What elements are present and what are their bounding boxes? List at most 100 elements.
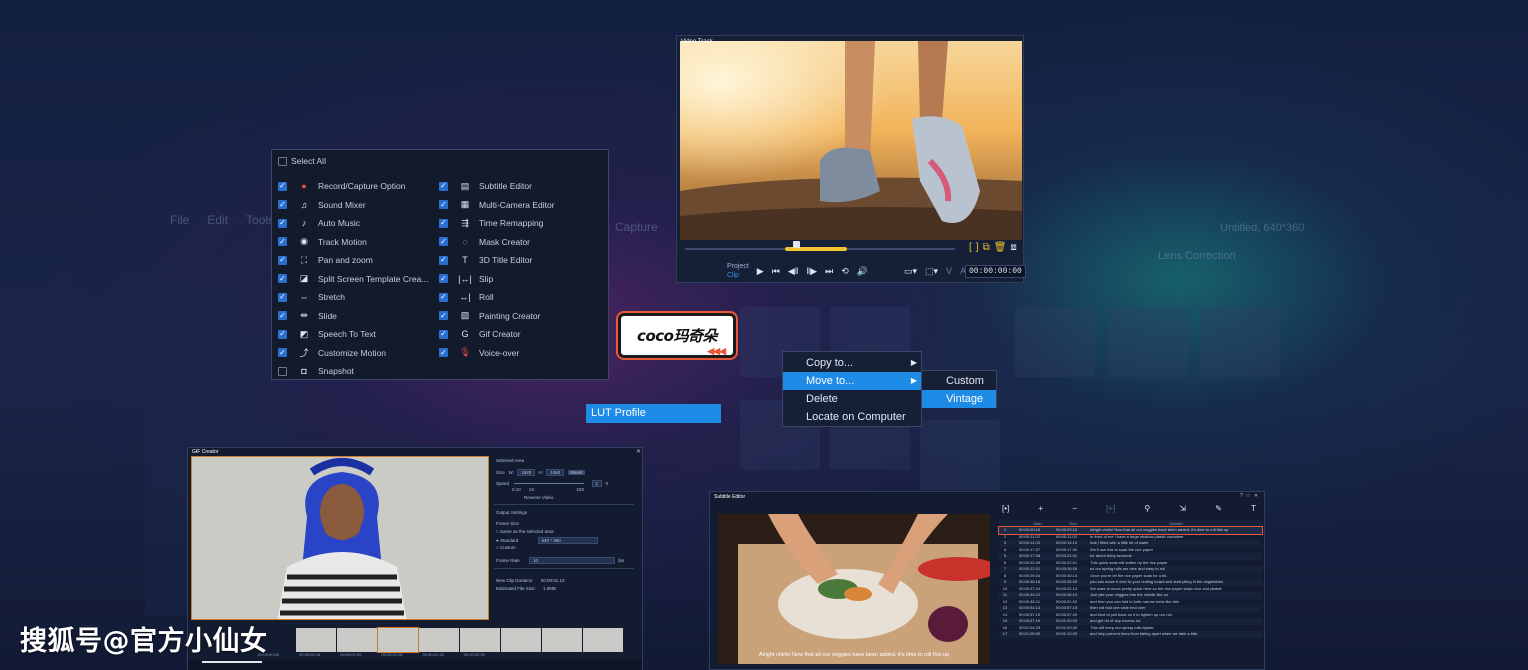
filmstrip-frame[interactable] — [501, 628, 541, 652]
checklist-item[interactable]: ✓ ⇔ Stretch — [278, 288, 428, 307]
checklist-item[interactable]: ✓ ⇶ Time Remapping — [439, 214, 555, 233]
go-start-icon[interactable]: ⏮ — [772, 266, 780, 277]
checkbox[interactable]: ✓ — [439, 311, 448, 321]
help-icon[interactable]: ? — [1240, 493, 1243, 499]
height-input[interactable]: 1080 — [546, 469, 565, 476]
checklist-item[interactable]: ✓ ♪ Auto Music — [278, 214, 428, 233]
select-all-checkbox[interactable] — [278, 156, 287, 166]
standard-size-select[interactable]: 640 * 360 — [537, 537, 598, 544]
checkbox[interactable]: ✓ — [439, 292, 448, 302]
filmstrip-frame[interactable] — [337, 628, 377, 652]
frame-rate-input[interactable]: 10 — [529, 557, 616, 564]
text-options-icon[interactable]: T — [1251, 504, 1256, 513]
custom-radio[interactable]: ○ Custom — [496, 545, 515, 550]
checkbox[interactable]: ✓ — [439, 329, 448, 339]
prev-frame-icon[interactable]: ◀‖ — [788, 266, 799, 277]
checklist-item[interactable]: ✓ ⇹ Slide — [278, 307, 428, 326]
import-icon[interactable]: ⇲ — [1179, 504, 1186, 513]
checklist-item[interactable]: ✓ G Gif Creator — [439, 325, 555, 344]
checkbox[interactable]: ✓ — [278, 200, 287, 210]
lut-profile-item[interactable]: LUT Profile — [586, 404, 721, 423]
reverse-video-checkbox[interactable]: Reverse Video — [524, 495, 553, 500]
checklist-item[interactable]: ◘ Snapshot — [278, 362, 428, 381]
speed-slider[interactable] — [514, 483, 585, 485]
checkbox[interactable]: ✓ — [439, 218, 448, 228]
close-icon[interactable]: ✕ — [1254, 493, 1258, 499]
checklist-item[interactable]: ✓ ▨ Painting Creator — [439, 307, 555, 326]
remove-icon[interactable]: − — [1072, 504, 1077, 513]
mark-in-icon[interactable]: [ — [969, 242, 972, 253]
checkbox[interactable]: ✓ — [439, 348, 448, 358]
checklist-item[interactable]: ✓ ◉ Track Motion — [278, 233, 428, 252]
volume-icon[interactable]: 🔊 — [857, 266, 868, 277]
menu-locate[interactable]: Locate on Computer — [783, 408, 921, 426]
checkbox[interactable]: ✓ — [439, 200, 448, 210]
v-icon[interactable]: V — [946, 266, 952, 276]
timecode-display[interactable]: 00:00:00:00 — [965, 265, 1026, 278]
filmstrip-frame[interactable] — [583, 628, 623, 652]
filmstrip-frame[interactable] — [460, 628, 500, 652]
filmstrip-frame[interactable] — [296, 628, 336, 652]
filmstrip-frame[interactable] — [419, 628, 459, 652]
checklist-item[interactable]: ✓ ◌ Mask Creator — [439, 233, 555, 252]
checkbox[interactable]: ✓ — [439, 274, 448, 284]
reset-button[interactable]: Reset — [567, 470, 586, 475]
go-end-icon[interactable]: ⏭ — [825, 266, 833, 277]
split-icon[interactable]: ⧉ — [983, 242, 990, 253]
mark-out-icon[interactable]: ] — [976, 242, 979, 253]
width-input[interactable]: 1920 — [517, 469, 536, 476]
insert-icon[interactable]: [•] — [1002, 504, 1009, 513]
checklist-item[interactable]: ✓ ◪ Split Screen Template Crea... — [278, 270, 428, 289]
gif-timeline-slider[interactable] — [202, 661, 262, 663]
checkbox[interactable]: ✓ — [278, 218, 287, 228]
scrub-playhead[interactable] — [793, 241, 800, 248]
checkbox[interactable] — [278, 366, 287, 376]
select-all-row[interactable]: Select All — [278, 156, 326, 166]
checkbox[interactable]: ✓ — [278, 348, 287, 358]
standard-radio[interactable]: ● Standard 640 * 360 — [496, 537, 600, 544]
repeat-icon[interactable]: ⟲ — [841, 266, 849, 277]
checklist-item[interactable]: ✓ |↔| Slip — [439, 270, 555, 289]
table-row[interactable]: 17 00:01:05.00 00:01:10.03 and help prevent… — [999, 631, 1262, 638]
aspect-ratio-icon[interactable]: ▭▾ — [904, 266, 917, 277]
checkbox[interactable]: ✓ — [278, 292, 287, 302]
menu-copy-to[interactable]: Copy to... ▶ — [783, 354, 921, 372]
add-icon[interactable]: + — [1038, 504, 1043, 513]
close-icon[interactable]: ✕ — [636, 448, 641, 455]
voice-detect-icon[interactable]: ⚲ — [1144, 504, 1150, 513]
checklist-item[interactable]: ✓ ● Record/Capture Option — [278, 177, 428, 196]
checklist-item[interactable]: ✓ ⤴ Customize Motion — [278, 344, 428, 363]
submenu-vintage[interactable]: Vintage — [922, 390, 996, 408]
checkbox[interactable]: ✓ — [278, 329, 287, 339]
play-icon[interactable]: ▶ — [757, 266, 764, 277]
project-clip-toggle[interactable]: Project Clip — [727, 262, 749, 280]
checkbox[interactable]: ✓ — [278, 181, 287, 191]
same-as-radio[interactable]: ○ Same as the selected area — [496, 529, 554, 534]
checkbox[interactable]: ✓ — [278, 237, 287, 247]
filmstrip-frame[interactable] — [377, 627, 419, 653]
edit-icon[interactable]: ✎ — [1215, 504, 1222, 513]
next-frame-icon[interactable]: ‖▶ — [806, 266, 817, 277]
merge-icon[interactable]: [+] — [1106, 504, 1115, 513]
filmstrip-frame[interactable] — [542, 628, 582, 652]
menu-move-to[interactable]: Move to... ▶ — [783, 372, 921, 390]
checkbox[interactable]: ✓ — [278, 274, 287, 284]
checklist-item[interactable]: ✓ ▤ Subtitle Editor — [439, 177, 555, 196]
crop-icon[interactable]: ⬚▾ — [925, 266, 938, 277]
checklist-item[interactable]: ✓ ♫ Sound Mixer — [278, 196, 428, 215]
checkbox[interactable]: ✓ — [439, 255, 448, 265]
menu-delete[interactable]: Delete — [783, 390, 921, 408]
checklist-item[interactable]: ✓ 🎙 Voice-over — [439, 344, 555, 363]
checklist-item[interactable]: ✓ ▦ Multi-Camera Editor — [439, 196, 555, 215]
snapshot-tool-icon[interactable]: ⧈ — [1010, 242, 1016, 253]
checkbox[interactable]: ✓ — [439, 237, 448, 247]
speed-input[interactable]: 1 — [591, 480, 603, 487]
checkbox[interactable]: ✓ — [278, 255, 287, 265]
maximize-icon[interactable]: □ — [1247, 493, 1250, 499]
checkbox[interactable]: ✓ — [278, 311, 287, 321]
checklist-item[interactable]: ✓ T 3D Title Editor — [439, 251, 555, 270]
delete-icon[interactable]: 🗑 — [994, 242, 1007, 253]
checklist-item[interactable]: ✓ ◩ Speech To Text — [278, 325, 428, 344]
checklist-item[interactable]: ✓ ↔| Roll — [439, 288, 555, 307]
submenu-custom[interactable]: Custom — [922, 372, 996, 390]
